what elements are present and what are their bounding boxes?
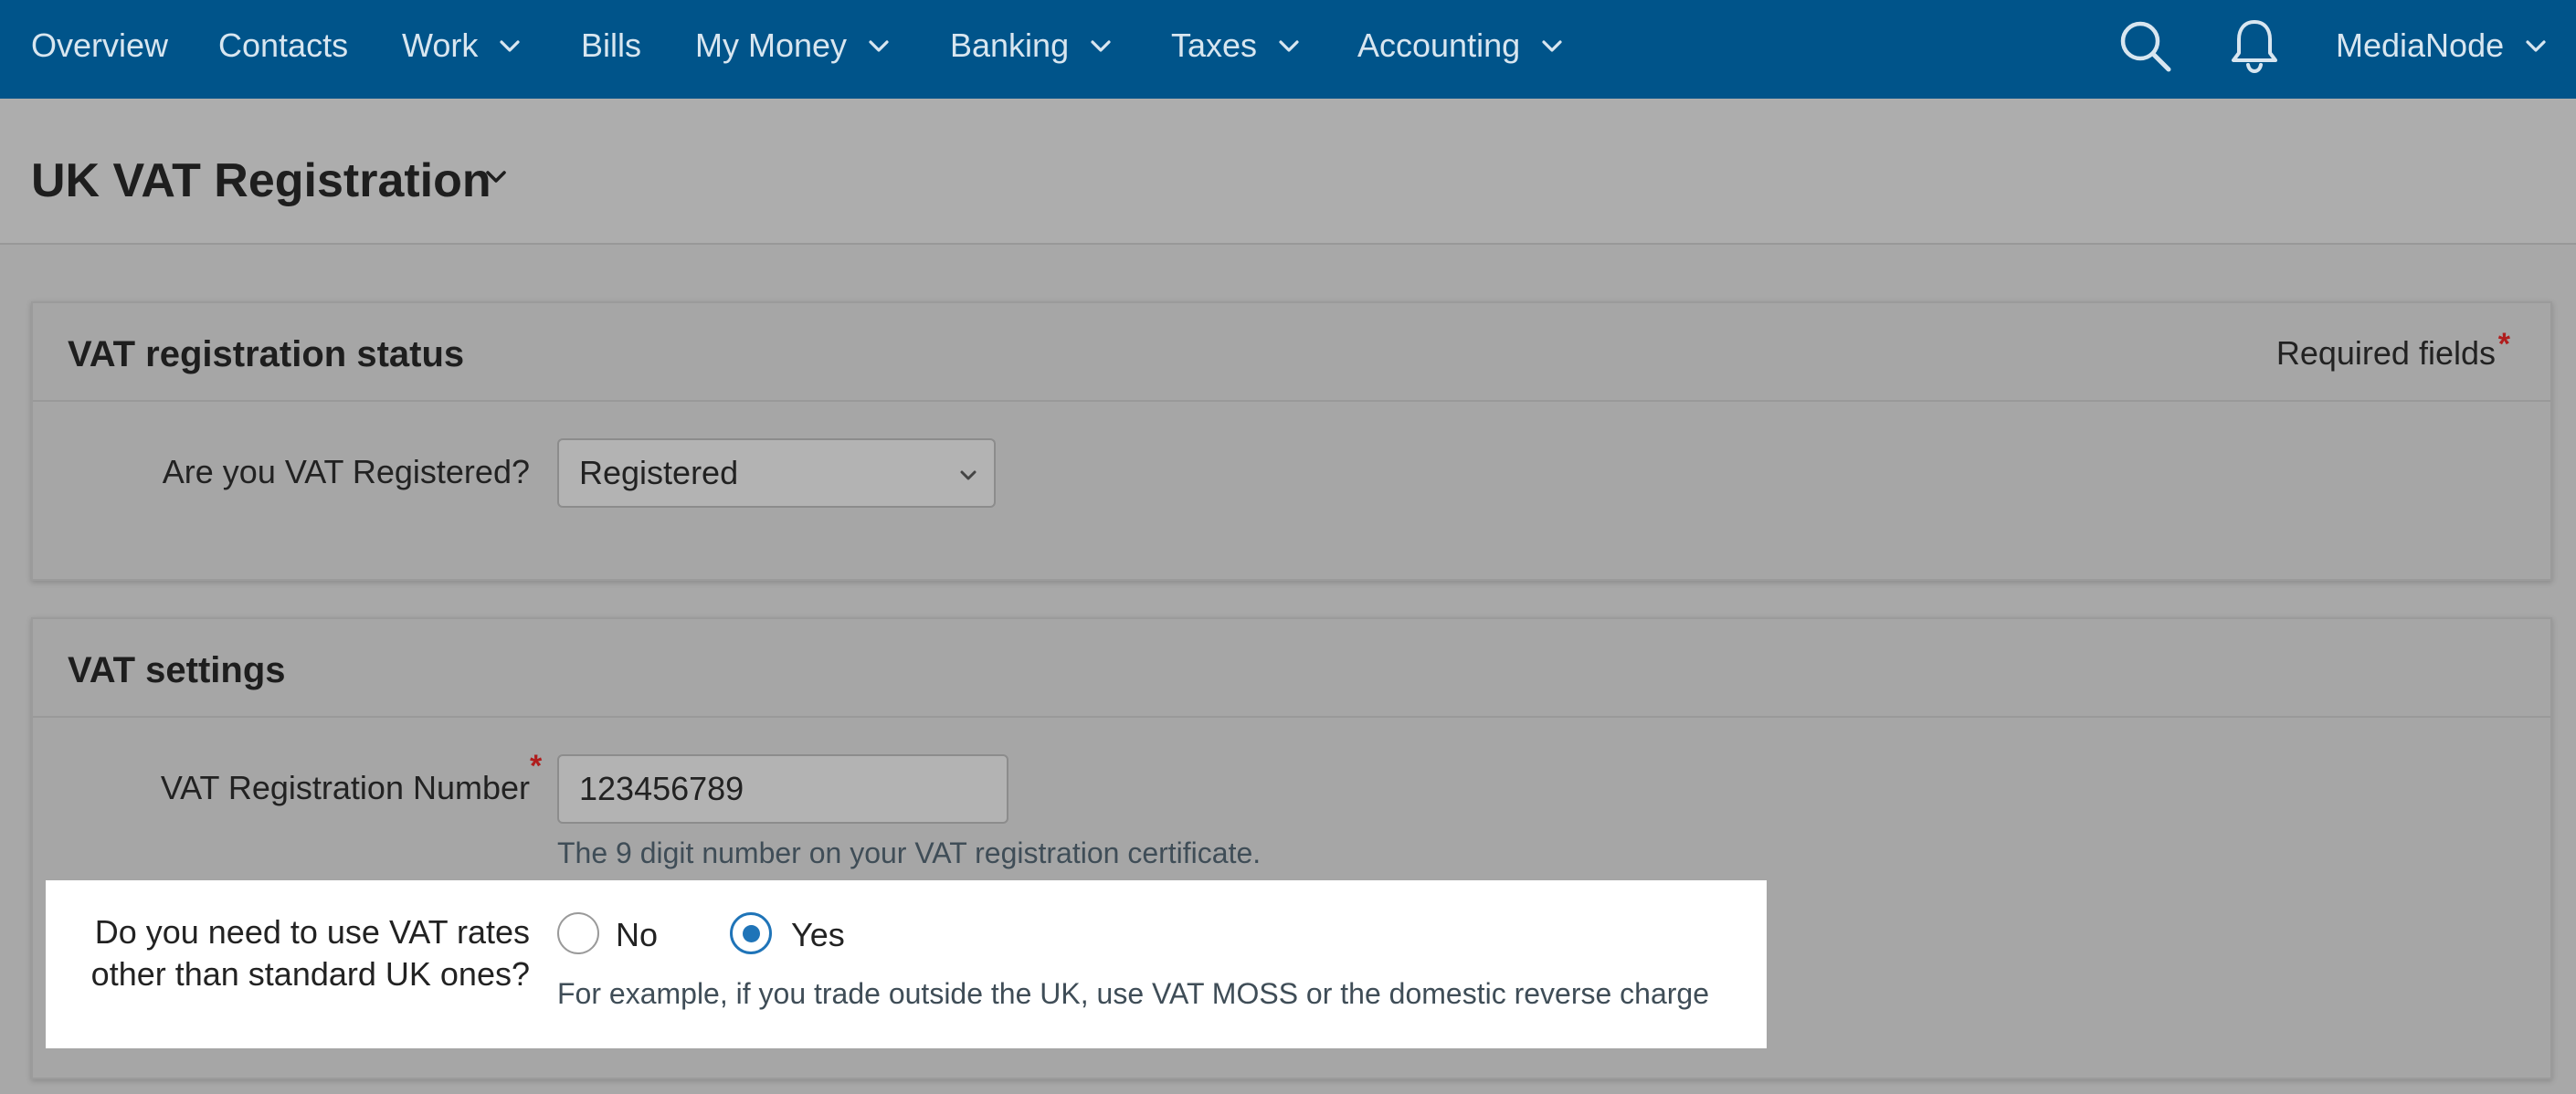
nav-item-bills[interactable]: Bills (581, 0, 641, 91)
chevron-down-icon (1279, 40, 1299, 52)
radio-yes-label[interactable]: Yes (791, 916, 845, 954)
panel-header: VAT registration status Required fields … (33, 303, 2550, 402)
chevron-down-icon (1542, 40, 1562, 52)
page-title: UK VAT Registration (31, 154, 491, 207)
chevron-down-icon (1091, 40, 1111, 52)
nav-item-my-money[interactable]: My Money (695, 0, 891, 91)
vat-number-hint: The 9 digit number on your VAT registrat… (557, 836, 1262, 869)
bell-icon[interactable] (2225, 16, 2284, 75)
nav-item-label: Contacts (218, 26, 349, 64)
nav-item-label: Overview (31, 26, 169, 64)
vat-registered-select[interactable]: Registered (557, 438, 996, 508)
panel-title: VAT settings (68, 650, 286, 690)
account-name: MediaNode (2336, 26, 2505, 64)
nav-item-label: Taxes (1171, 26, 1258, 64)
top-navigation-bar: Overview Contacts Work Bills My Money Ba… (0, 0, 2576, 99)
chevron-down-icon (960, 470, 977, 480)
panel-header: VAT settings (33, 619, 2550, 718)
account-menu[interactable]: MediaNode (2336, 0, 2548, 91)
radio-no[interactable] (557, 912, 599, 954)
chevron-down-icon (869, 40, 889, 52)
vat-registration-status-panel: VAT registration status Required fields … (31, 301, 2552, 581)
vat-number-label: VAT Registration Number (160, 769, 530, 806)
nav-item-contacts[interactable]: Contacts (218, 0, 348, 91)
input-value: 123456789 (579, 770, 744, 807)
nav-item-label: My Money (695, 26, 848, 64)
nav-item-taxes[interactable]: Taxes (1171, 0, 1301, 91)
nav-item-label: Bills (581, 26, 642, 64)
page-header: UK VAT Registration (0, 99, 2576, 245)
nav-item-label: Banking (950, 26, 1070, 64)
nav-item-label: Accounting (1357, 26, 1521, 64)
nav-item-banking[interactable]: Banking (950, 0, 1113, 91)
required-star: * (2497, 327, 2510, 362)
vat-rates-question-label: Do you need to use VAT rates other than … (90, 913, 530, 993)
select-value: Registered (579, 454, 739, 491)
radio-yes[interactable] (730, 912, 772, 954)
vat-registered-label: Are you VAT Registered? (162, 453, 530, 490)
required-star: * (530, 749, 543, 784)
vat-rates-hint: For example, if you trade outside the UK… (557, 977, 1710, 1010)
radio-selected-dot (743, 925, 760, 942)
vat-number-input[interactable]: 123456789 (557, 754, 1008, 824)
chevron-down-icon (500, 40, 520, 52)
nav-item-accounting[interactable]: Accounting (1357, 0, 1564, 91)
panel-title: VAT registration status (68, 334, 465, 374)
chevron-down-icon[interactable] (482, 163, 510, 190)
nav-item-label: Work (402, 26, 479, 64)
nav-item-work[interactable]: Work (402, 0, 522, 91)
required-fields-note: Required fields (2275, 334, 2496, 372)
radio-no-label[interactable]: No (616, 916, 658, 954)
chevron-down-icon (2526, 40, 2546, 52)
search-icon[interactable] (2116, 16, 2174, 75)
nav-item-overview[interactable]: Overview (31, 0, 168, 91)
